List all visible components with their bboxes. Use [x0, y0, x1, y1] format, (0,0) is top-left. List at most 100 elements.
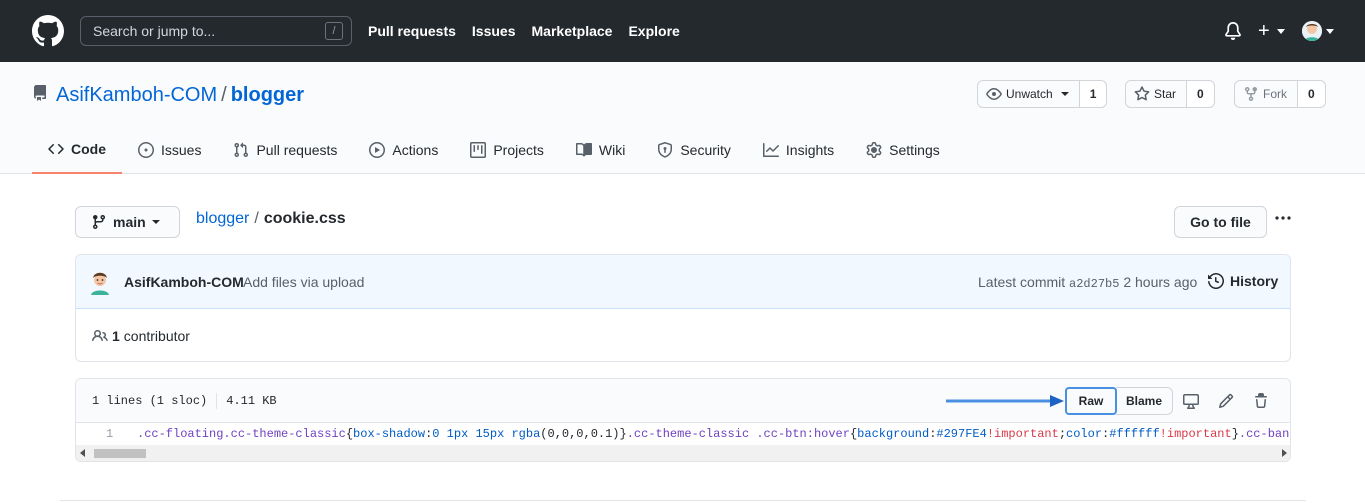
- code-icon: [48, 143, 64, 155]
- graph-icon: [762, 143, 779, 157]
- tab-label: Actions: [392, 142, 439, 158]
- code-token: background: [857, 427, 930, 441]
- user-avatar[interactable]: [1302, 21, 1322, 41]
- tab-label: Insights: [785, 142, 835, 158]
- file-header: 1 lines (1 sloc) 4.11 KB Raw Blame: [76, 379, 1290, 423]
- star-label: Star: [1154, 87, 1177, 101]
- contributors-row[interactable]: 1 contributor: [92, 328, 190, 344]
- tab-wiki[interactable]: Wiki: [560, 126, 641, 174]
- tab-label: Issues: [161, 142, 202, 158]
- raw-button[interactable]: Raw: [1065, 387, 1117, 415]
- global-header: Search or jump to... / Pull requests Iss…: [0, 0, 1365, 62]
- repo-owner-link[interactable]: AsifKamboh-COM: [56, 84, 217, 106]
- nav-pull-requests[interactable]: Pull requests: [368, 23, 456, 39]
- user-menu-caret-icon[interactable]: [1326, 29, 1334, 34]
- star-count[interactable]: 0: [1187, 80, 1215, 108]
- people-icon: [92, 329, 108, 342]
- notifications-bell-icon[interactable]: [1224, 22, 1242, 40]
- issue-icon: [138, 142, 154, 158]
- tab-actions[interactable]: Actions: [353, 126, 454, 174]
- nav-marketplace[interactable]: Marketplace: [532, 23, 613, 39]
- file-info: 1 lines (1 sloc) 4.11 KB: [92, 393, 277, 410]
- unwatch-button[interactable]: Unwatch: [977, 80, 1080, 108]
- create-new-caret-icon[interactable]: [1277, 29, 1285, 34]
- star-button-group: Star 0: [1125, 80, 1215, 108]
- blame-button[interactable]: Blame: [1116, 387, 1173, 415]
- star-icon: [1134, 86, 1150, 101]
- raw-blame-group: Raw Blame: [1065, 387, 1173, 415]
- code-token: rgba: [511, 427, 541, 441]
- scroll-right-arrow-icon[interactable]: [1282, 449, 1287, 457]
- tab-projects[interactable]: Projects: [454, 126, 560, 174]
- file-content-box: 1 lines (1 sloc) 4.11 KB Raw Blame 1 .cc…: [75, 378, 1291, 462]
- code-token: !important: [986, 427, 1059, 441]
- project-icon: [470, 142, 487, 158]
- commit-meta: Latest commit a2d27b5 2 hours ago: [978, 274, 1197, 291]
- history-link[interactable]: History: [1208, 273, 1278, 289]
- line-number[interactable]: 1: [106, 427, 113, 441]
- fork-label: Fork: [1263, 87, 1287, 101]
- repo-name-link[interactable]: blogger: [231, 84, 304, 106]
- code-token: (0,0,0,0.1): [540, 427, 620, 441]
- tab-pull-requests[interactable]: Pull requests: [217, 126, 353, 174]
- commit-sha-link[interactable]: a2d27b5: [1069, 277, 1119, 291]
- branch-select-button[interactable]: main: [75, 206, 180, 238]
- commit-author-link[interactable]: AsifKamboh-COM: [124, 274, 244, 290]
- tab-issues[interactable]: Issues: [122, 126, 217, 174]
- code-token: 0 1px 15px: [432, 427, 512, 441]
- code-token: ;: [1058, 427, 1067, 441]
- repo-title-separator: /: [221, 84, 227, 106]
- scroll-left-arrow-icon[interactable]: [80, 449, 85, 457]
- shield-icon: [658, 142, 673, 158]
- commit-time: 2 hours ago: [1123, 274, 1198, 290]
- fork-button[interactable]: Fork: [1234, 80, 1298, 108]
- tab-code[interactable]: Code: [32, 126, 122, 174]
- branch-name: main: [113, 214, 146, 230]
- repo-title: AsifKamboh-COM / blogger: [56, 82, 304, 108]
- page-divider: [60, 500, 1306, 501]
- commit-message-link[interactable]: Add files via upload: [243, 274, 364, 290]
- horizontal-scrollbar[interactable]: [76, 445, 1290, 461]
- go-to-file-button[interactable]: Go to file: [1174, 206, 1267, 238]
- file-info-divider: [216, 393, 218, 409]
- history-label: History: [1230, 273, 1279, 289]
- code-token: }: [619, 427, 627, 441]
- pencil-icon[interactable]: [1218, 393, 1234, 409]
- search-shortcut-key: /: [325, 22, 343, 40]
- nav-explore[interactable]: Explore: [628, 23, 679, 39]
- desktop-icon[interactable]: [1183, 393, 1199, 409]
- code-token: #297FE4: [936, 427, 987, 441]
- scrollbar-thumb[interactable]: [94, 449, 146, 458]
- code-token: .cc-floating.cc-theme-classic: [137, 427, 346, 441]
- github-logo-icon[interactable]: [32, 15, 64, 47]
- tab-security[interactable]: Security: [641, 126, 747, 174]
- tab-insights[interactable]: Insights: [747, 126, 850, 174]
- tab-label: Pull requests: [256, 142, 338, 158]
- code-token: color: [1066, 427, 1103, 441]
- commit-author-avatar[interactable]: [89, 271, 111, 295]
- code-token: box-shadow: [353, 427, 426, 441]
- code-token: }: [1231, 427, 1239, 441]
- code-content: .cc-floating.cc-theme-classic{box-shadow…: [137, 427, 1290, 441]
- trash-icon[interactable]: [1253, 393, 1269, 409]
- file-lines-info: 1 lines (1 sloc): [92, 394, 208, 408]
- book-icon: [575, 142, 592, 157]
- file-size: 4.11 KB: [226, 394, 277, 408]
- tab-label: Settings: [889, 142, 940, 158]
- breadcrumb-repo-link[interactable]: blogger: [196, 210, 249, 227]
- watch-count[interactable]: 1: [1079, 80, 1108, 108]
- search-input[interactable]: Search or jump to... /: [80, 16, 352, 46]
- annotation-arrow-icon: [946, 395, 1064, 407]
- create-new-plus-icon[interactable]: +: [1258, 21, 1270, 41]
- kebab-menu-icon[interactable]: [1274, 215, 1292, 221]
- gear-icon: [866, 142, 882, 158]
- breadcrumb: blogger / cookie.css: [196, 208, 346, 230]
- code-token: .cc-theme-classic .cc-btn:hover: [626, 427, 850, 441]
- nav-issues[interactable]: Issues: [472, 23, 516, 39]
- tab-settings[interactable]: Settings: [850, 126, 956, 174]
- eye-icon: [986, 88, 1002, 100]
- history-icon: [1208, 273, 1224, 289]
- fork-count[interactable]: 0: [1298, 80, 1326, 108]
- branch-icon: [92, 215, 105, 230]
- star-button[interactable]: Star: [1125, 80, 1188, 108]
